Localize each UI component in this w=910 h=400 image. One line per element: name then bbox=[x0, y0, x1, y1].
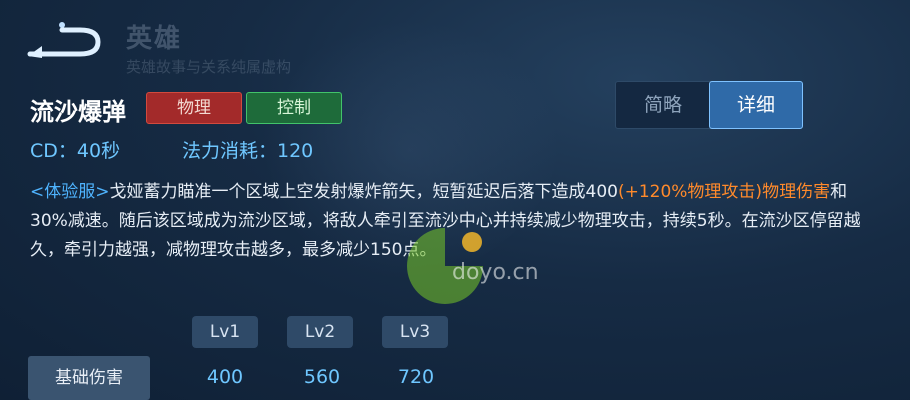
brief-button[interactable]: 简略 bbox=[616, 82, 710, 128]
mana-cost-text: 法力消耗：120 bbox=[182, 140, 314, 162]
faded-hero-subtitle: 英雄故事与关系纯属虚构 bbox=[126, 58, 292, 76]
level-header-2: Lv2 bbox=[287, 316, 353, 348]
base-damage-label: 基础伤害 bbox=[28, 356, 150, 400]
skill-description: <体验服>戈娅蓄力瞄准一个区域上空发射爆炸箭矢，短暂延迟后落下造成400(+12… bbox=[30, 178, 875, 265]
description-bonus: (+120%物理攻击)物理伤害 bbox=[617, 182, 831, 202]
cooldown-text: CD：40秒 bbox=[30, 140, 121, 162]
detail-button[interactable]: 详细 bbox=[709, 81, 803, 129]
level-header-3: Lv3 bbox=[382, 316, 448, 348]
level-header-1: Lv1 bbox=[192, 316, 258, 348]
skill-name: 流沙爆弹 bbox=[30, 98, 126, 126]
tag-control: 控制 bbox=[246, 92, 342, 124]
detail-toggle: 简略 详细 bbox=[615, 81, 803, 129]
base-damage-lv2: 560 bbox=[303, 366, 341, 388]
base-damage-lv3: 720 bbox=[397, 366, 435, 388]
back-arrow-icon bbox=[27, 22, 101, 58]
watermark-text: doyo.cn bbox=[452, 260, 539, 285]
base-damage-lv1: 400 bbox=[206, 366, 244, 388]
tag-physical: 物理 bbox=[146, 92, 242, 124]
back-button[interactable] bbox=[22, 18, 108, 66]
experience-server-tag: <体验服> bbox=[30, 182, 110, 202]
description-part-1: 戈娅蓄力瞄准一个区域上空发射爆炸箭矢，短暂延迟后落下造成400 bbox=[109, 182, 618, 202]
faded-hero-title: 英雄 bbox=[126, 24, 183, 54]
